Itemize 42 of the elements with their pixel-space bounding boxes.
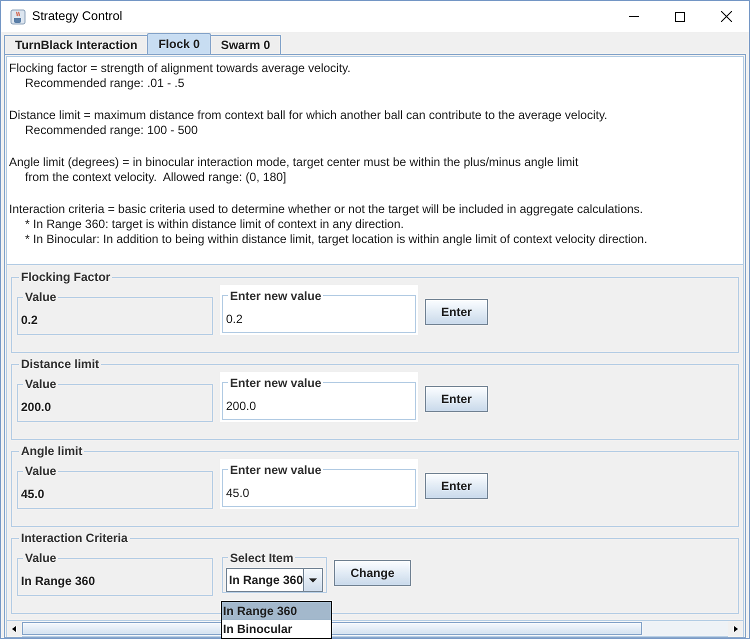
description-line: Recommended range: .01 - .5 [24, 76, 184, 91]
group-label: Enter new value [229, 462, 322, 478]
window-title: Strategy Control [32, 8, 122, 26]
tab[interactable]: Swarm 0 [210, 35, 282, 54]
dropdown[interactable]: In Range 360 [226, 568, 323, 592]
group-label: Value [24, 289, 58, 306]
description-line: from the context velocity. Allowed range: (0, 180] [24, 170, 286, 185]
minimize-icon [629, 16, 639, 17]
group-label: Flocking Factor [20, 269, 112, 286]
group-label: Angle limit [20, 443, 84, 460]
dropdown-option[interactable]: In Range 360 [222, 602, 331, 620]
current-value: 200.0 [21, 399, 52, 416]
current-value: 45.0 [21, 486, 44, 503]
group-label: Value [24, 463, 58, 480]
description-line: Recommended range: 100 - 500 [24, 123, 198, 138]
tab[interactable]: Flock 0 [147, 33, 211, 54]
current-value: 0.2 [21, 312, 38, 329]
action-button[interactable]: Change [334, 560, 411, 586]
text-field[interactable]: Enter new value 200.0 [220, 372, 418, 422]
group-label: Interaction Criteria [20, 530, 129, 547]
text-field[interactable]: Enter new value 0.2 [220, 284, 418, 334]
description-line: Angle limit (degrees) = in binocular interaction mode, target center must be within the plus/minus angle limit [9, 155, 578, 170]
current-value: In Range 360 [21, 573, 96, 590]
group-label: Value [24, 376, 58, 393]
coffee-cup-icon [10, 8, 26, 24]
group-label: Enter new value [229, 288, 322, 304]
group-label: Select Item [229, 550, 294, 566]
action-button[interactable]: Enter [425, 386, 488, 412]
description-line: Interaction criteria = basic criteria used to determine whether or not the target will be included in aggregate calculations. [9, 202, 644, 217]
maximize-icon [675, 12, 685, 22]
action-button[interactable]: Enter [425, 472, 488, 498]
group-label: Value [24, 550, 58, 567]
tab[interactable]: TurnBlack Interaction [4, 35, 148, 54]
text-field[interactable]: Enter new value 45.0 [220, 458, 418, 508]
action-button[interactable]: Enter [425, 298, 488, 324]
group-label: Enter new value [229, 374, 322, 392]
description-line: * In Binocular: In addition to being within distance limit, target location is within angle limit of context velocity direction. [24, 232, 648, 247]
description-line: * In Range 360: target is within distance limit of context in any direction. [24, 217, 404, 232]
group-label: Distance limit [20, 356, 100, 373]
description-line: Flocking factor = strength of alignment towards average velocity. [9, 61, 351, 76]
description-line: Distance limit = maximum distance from context ball for which another ball can contribute to the average velocity. [9, 108, 608, 123]
close-icon [720, 11, 732, 22]
